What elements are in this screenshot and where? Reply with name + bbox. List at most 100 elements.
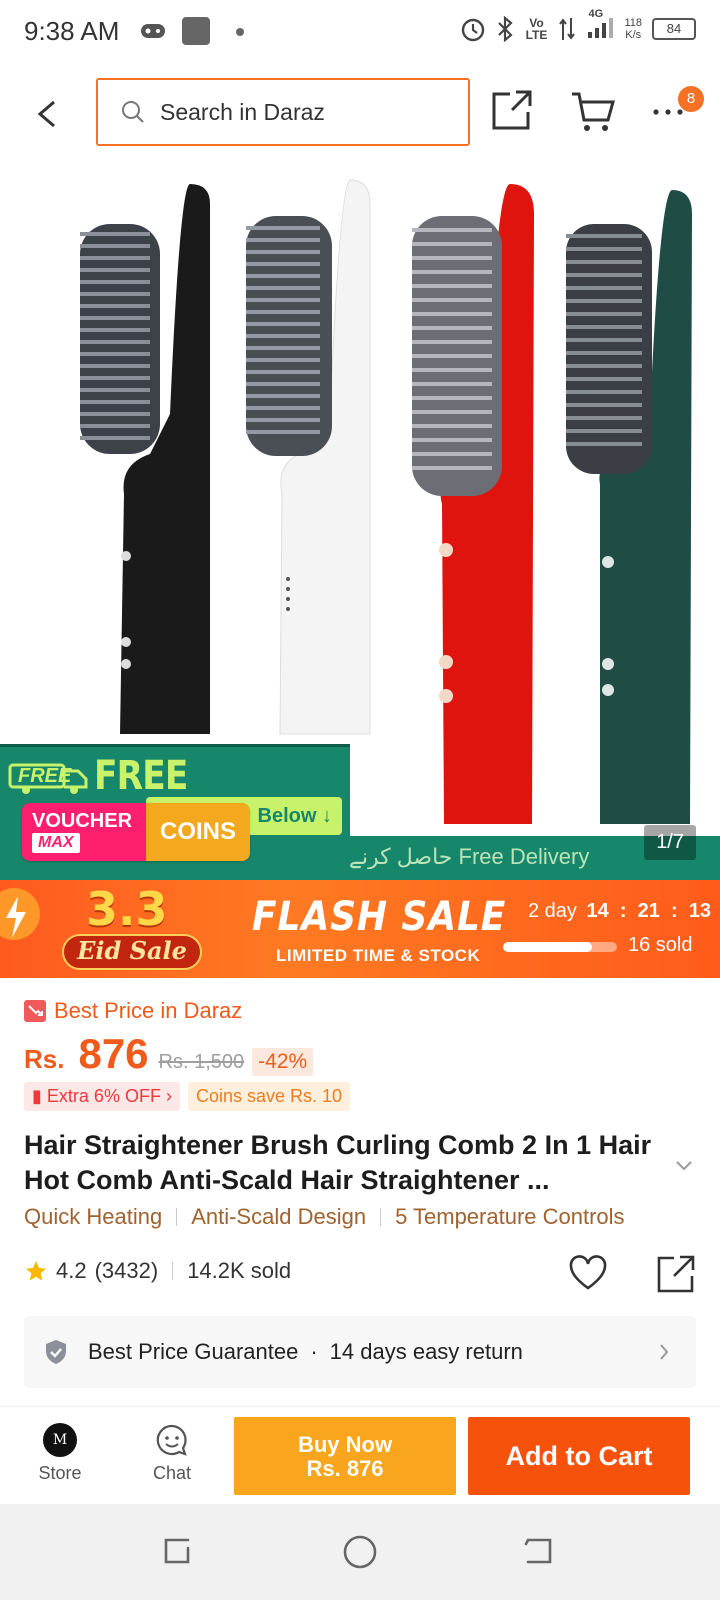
coins-save-chip[interactable]: Coins save Rs. 10	[187, 1082, 351, 1111]
cart-button[interactable]	[570, 90, 620, 140]
share-icon	[657, 1255, 695, 1293]
more-notifications-dot	[236, 28, 244, 36]
chevron-right-icon: ›	[165, 1086, 172, 1106]
back-nav-button[interactable]	[522, 1534, 556, 1573]
network-speed-unit: K/s	[625, 28, 642, 41]
voucher-max-label: VOUCHER MAX	[22, 803, 146, 861]
countdown-seconds: 13	[688, 900, 712, 922]
share-product-button[interactable]	[656, 1254, 696, 1299]
best-price-text: Best Price in Daraz	[54, 998, 243, 1023]
extra-off-text: Extra 6% OFF	[46, 1086, 161, 1106]
sold-progress-bar	[503, 942, 617, 952]
offer-chips: ▮ Extra 6% OFF › Coins save Rs. 10	[24, 1082, 351, 1111]
heart-icon	[569, 1255, 607, 1290]
volte-label: Vo LTE	[525, 15, 548, 42]
add-to-cart-button[interactable]: Add to Cart	[468, 1417, 690, 1495]
app-notification-icon	[182, 17, 210, 45]
rating-divider	[172, 1262, 174, 1280]
buy-now-label: Buy Now	[297, 1432, 393, 1457]
expand-title-button[interactable]	[674, 1158, 694, 1177]
white-brush-image	[246, 179, 371, 735]
green-brush-image	[566, 190, 692, 824]
feature-divider	[380, 1208, 382, 1226]
bluetooth-icon	[498, 15, 514, 42]
star-icon	[26, 1261, 46, 1281]
network-speed-value: 118	[624, 16, 642, 29]
status-bar: 9:38 AM Vo LTE 4G 118 K/s 84	[0, 0, 720, 64]
flash-sale-sold-count: 16 sold	[628, 934, 693, 956]
store-label: Store	[38, 1463, 82, 1483]
eid-sale-number: 3.3	[86, 882, 168, 936]
return-policy-text: 14 days easy return	[329, 1339, 523, 1364]
gamepad-icon	[140, 20, 166, 47]
chevron-right-icon	[660, 1344, 669, 1360]
share-icon	[492, 90, 532, 130]
top-app-bar: Search in Daraz 8	[0, 64, 720, 164]
store-logo: M	[43, 1423, 77, 1457]
feature-tag: 5 Temperature Controls	[395, 1204, 625, 1229]
countdown-days: 2 day	[528, 900, 577, 922]
original-price: Rs. 1,500	[158, 1051, 245, 1073]
battery-indicator: 84	[652, 17, 696, 40]
max-label: MAX	[32, 833, 80, 853]
price-guarantee-text: Best Price Guarantee	[88, 1339, 299, 1364]
cart-icon	[572, 92, 615, 131]
feature-tags: Quick Heating Anti-Scald Design 5 Temper…	[24, 1204, 625, 1230]
product-image-carousel[interactable]: Collect Voucher حاصل کرنے کے لیے نیچے دی…	[0, 164, 720, 880]
countdown-minutes: 21	[637, 900, 660, 922]
feature-divider	[176, 1208, 178, 1226]
flash-sale-banner[interactable]: 3.3 Eid Sale FLASH SALE LIMITED TIME & S…	[0, 880, 720, 978]
network-type-label: 4G	[588, 8, 604, 20]
search-placeholder: Search in Daraz	[160, 98, 325, 125]
voucher-label: VOUCHER	[32, 810, 133, 832]
back-arrow-icon	[37, 100, 55, 128]
recent-apps-button[interactable]	[160, 1534, 194, 1573]
guarantee-row[interactable]: Best Price Guarantee · 14 days easy retu…	[24, 1316, 696, 1388]
currency: Rs.	[24, 1044, 65, 1074]
wishlist-button[interactable]	[568, 1254, 608, 1297]
free-tag: FREE	[8, 757, 90, 794]
eid-sale-label: Eid Sale	[62, 934, 202, 970]
voucher-max-coins-chip[interactable]: VOUCHER MAX COINS	[22, 803, 250, 861]
notification-badge: 8	[678, 86, 704, 112]
best-price-label: Best Price in Daraz	[24, 998, 242, 1024]
system-navigation-bar	[0, 1504, 720, 1600]
search-input[interactable]: Search in Daraz	[96, 78, 470, 146]
store-button[interactable]: M Store	[30, 1423, 90, 1484]
below-tag-label: Below	[257, 805, 317, 827]
chat-button[interactable]: Chat	[142, 1423, 202, 1484]
free-tag-label: FREE	[18, 765, 72, 787]
flash-sale-title: FLASH SALE	[252, 894, 507, 940]
extra-off-chip[interactable]: ▮ Extra 6% OFF ›	[24, 1082, 180, 1111]
status-time: 9:38 AM	[24, 16, 120, 46]
free-delivery-banner: FREE FREE DELIVERY Below ↓ VOUCHER MAX C…	[0, 744, 350, 880]
bottom-action-bar: M Store Chat Buy Now Rs. 876 Add to Cart	[0, 1406, 720, 1504]
discount-badge: -42%	[252, 1048, 314, 1076]
separator-dot: ·	[310, 1339, 318, 1364]
share-button[interactable]	[490, 88, 540, 138]
signal-icon: 4G	[586, 8, 614, 43]
chevron-down-icon	[676, 1161, 692, 1171]
alarm-icon	[462, 18, 485, 41]
price-row: Rs. 876 Rs. 1,500 -42%	[24, 1030, 314, 1078]
home-button[interactable]	[342, 1534, 378, 1575]
current-price: 876	[78, 1030, 149, 1077]
black-brush-image	[80, 184, 210, 734]
buy-now-button[interactable]: Buy Now Rs. 876	[234, 1417, 456, 1495]
trend-down-icon	[24, 1000, 46, 1022]
back-button[interactable]	[30, 90, 70, 138]
feature-tag: Quick Heating	[24, 1204, 163, 1229]
back-nav-icon	[524, 1538, 552, 1564]
recent-apps-icon	[164, 1538, 190, 1564]
status-icons: Vo LTE 4G 118 K/s 84	[460, 8, 696, 43]
rating-value: 4.2	[56, 1258, 87, 1283]
flash-sale-subtitle: LIMITED TIME & STOCK	[276, 946, 481, 965]
eid-sale-badge: 3.3 Eid Sale	[48, 882, 214, 976]
search-icon	[122, 101, 144, 123]
chat-label: Chat	[152, 1463, 192, 1483]
countdown-hours: 14	[586, 900, 609, 922]
rating-row[interactable]: 4.2 (3432) 14.2K sold	[24, 1258, 291, 1284]
shield-check-icon	[46, 1340, 66, 1364]
image-counter: 1/7	[644, 825, 696, 860]
home-circle-icon	[343, 1535, 377, 1569]
